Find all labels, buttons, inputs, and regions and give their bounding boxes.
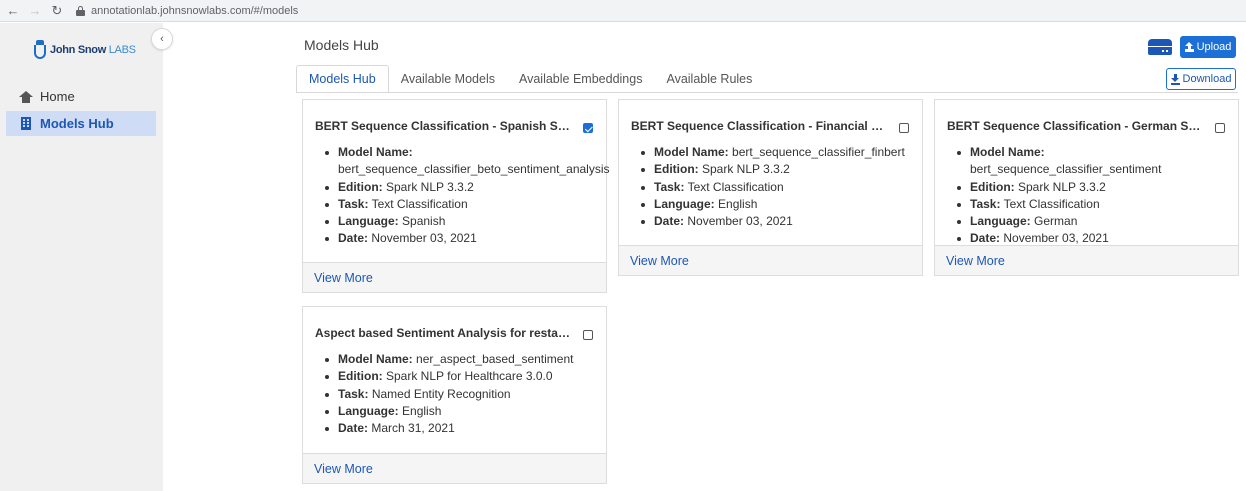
task-item: Task: Text Classification <box>957 196 1232 213</box>
model-name-item: Model Name: bert_sequence_classifier_fin… <box>641 144 916 161</box>
server-icon[interactable] <box>1148 39 1172 55</box>
date-item: Date: November 03, 2021 <box>641 213 916 230</box>
sidebar: John Snow LABS Home Models Hub <box>0 23 163 491</box>
address-bar[interactable]: annotationlab.johnsnowlabs.com/#/models <box>76 2 298 20</box>
upload-icon <box>1184 42 1194 52</box>
logo-brand: John Snow <box>50 44 106 56</box>
back-arrow-icon[interactable]: ← <box>4 2 22 20</box>
model-details-list: Model Name: ner_aspect_based_sentiment E… <box>325 351 600 437</box>
download-icon <box>1170 74 1180 85</box>
edition-item: Edition: Spark NLP for Healthcare 3.0.0 <box>325 368 600 385</box>
john-snow-labs-logo[interactable]: John Snow LABS <box>33 40 136 60</box>
upload-button[interactable]: Upload <box>1180 36 1236 58</box>
edition-item: Edition: Spark NLP 3.3.2 <box>641 161 916 178</box>
sidebar-item-home[interactable]: Home <box>6 84 156 109</box>
model-select-checkbox[interactable] <box>899 123 909 133</box>
home-icon <box>18 90 34 103</box>
language-item: Language: Spanish <box>325 213 600 230</box>
edition-item: Edition: Spark NLP 3.3.2 <box>957 179 1232 196</box>
model-card: BERT Sequence Classification - German Se… <box>934 99 1239 276</box>
model-card-title: BERT Sequence Classification - Spanish S… <box>315 119 575 133</box>
model-card-title: BERT Sequence Classification - German Se… <box>947 119 1207 133</box>
model-details-list: Model Name: bert_sequence_classifier_bet… <box>325 144 610 248</box>
logo-labs: LABS <box>108 44 136 56</box>
task-item: Task: Text Classification <box>641 179 916 196</box>
tab-models-hub[interactable]: Models Hub <box>296 65 389 93</box>
language-item: Language: English <box>325 403 600 420</box>
url-text: annotationlab.johnsnowlabs.com/#/models <box>91 4 299 17</box>
sidebar-item-label: Models Hub <box>40 116 114 131</box>
date-item: Date: March 31, 2021 <box>325 420 600 437</box>
tab-bar: Models Hub Available Models Available Em… <box>296 65 764 93</box>
model-card: Aspect based Sentiment Analysis for rest… <box>302 306 607 484</box>
tab-available-models[interactable]: Available Models <box>389 65 507 93</box>
language-item: Language: English <box>641 196 916 213</box>
lock-icon <box>76 5 85 16</box>
sidebar-item-label: Home <box>40 89 75 104</box>
view-more-link[interactable]: View More <box>619 245 922 275</box>
model-card-title: Aspect based Sentiment Analysis for rest… <box>315 326 575 340</box>
model-name-item: Model Name: bert_sequence_classifier_sen… <box>957 144 1232 179</box>
sidebar-item-models-hub[interactable]: Models Hub <box>6 111 156 136</box>
reload-icon[interactable]: ↻ <box>48 2 66 20</box>
model-card-title: BERT Sequence Classification - Financial… <box>631 119 891 133</box>
language-item: Language: German <box>957 213 1232 230</box>
tab-divider <box>296 92 1238 93</box>
model-name-item: Model Name: bert_sequence_classifier_bet… <box>325 144 610 179</box>
model-details-list: Model Name: bert_sequence_classifier_fin… <box>641 144 916 230</box>
view-more-link[interactable]: View More <box>303 453 606 483</box>
model-name-item: Model Name: ner_aspect_based_sentiment <box>325 351 600 368</box>
page-title: Models Hub <box>304 37 379 53</box>
collapse-sidebar-button[interactable]: ‹ <box>151 28 173 50</box>
browser-toolbar: ← → ↻ annotationlab.johnsnowlabs.com/#/m… <box>0 0 1246 22</box>
forward-arrow-icon[interactable]: → <box>26 2 44 20</box>
download-label: Download <box>1182 73 1232 85</box>
upload-label: Upload <box>1196 41 1232 53</box>
logo-text: John Snow LABS <box>50 44 136 56</box>
chevron-left-icon: ‹ <box>160 33 164 45</box>
logo-mark-icon <box>33 40 47 60</box>
tab-available-embeddings[interactable]: Available Embeddings <box>507 65 654 93</box>
view-more-link[interactable]: View More <box>303 262 606 292</box>
building-icon <box>18 117 34 130</box>
edition-item: Edition: Spark NLP 3.3.2 <box>325 179 600 196</box>
model-card: BERT Sequence Classification - Financial… <box>618 99 923 276</box>
task-item: Task: Named Entity Recognition <box>325 386 600 403</box>
view-more-link[interactable]: View More <box>935 245 1238 275</box>
model-select-checkbox[interactable] <box>1215 123 1225 133</box>
model-card: BERT Sequence Classification - Spanish S… <box>302 99 610 293</box>
date-item: Date: November 03, 2021 <box>325 230 600 247</box>
model-select-checkbox[interactable] <box>583 123 593 133</box>
model-select-checkbox[interactable] <box>583 330 593 340</box>
download-button[interactable]: Download <box>1166 68 1236 90</box>
task-item: Task: Text Classification <box>325 196 600 213</box>
tab-available-rules[interactable]: Available Rules <box>654 65 764 93</box>
model-details-list: Model Name: bert_sequence_classifier_sen… <box>957 144 1232 248</box>
